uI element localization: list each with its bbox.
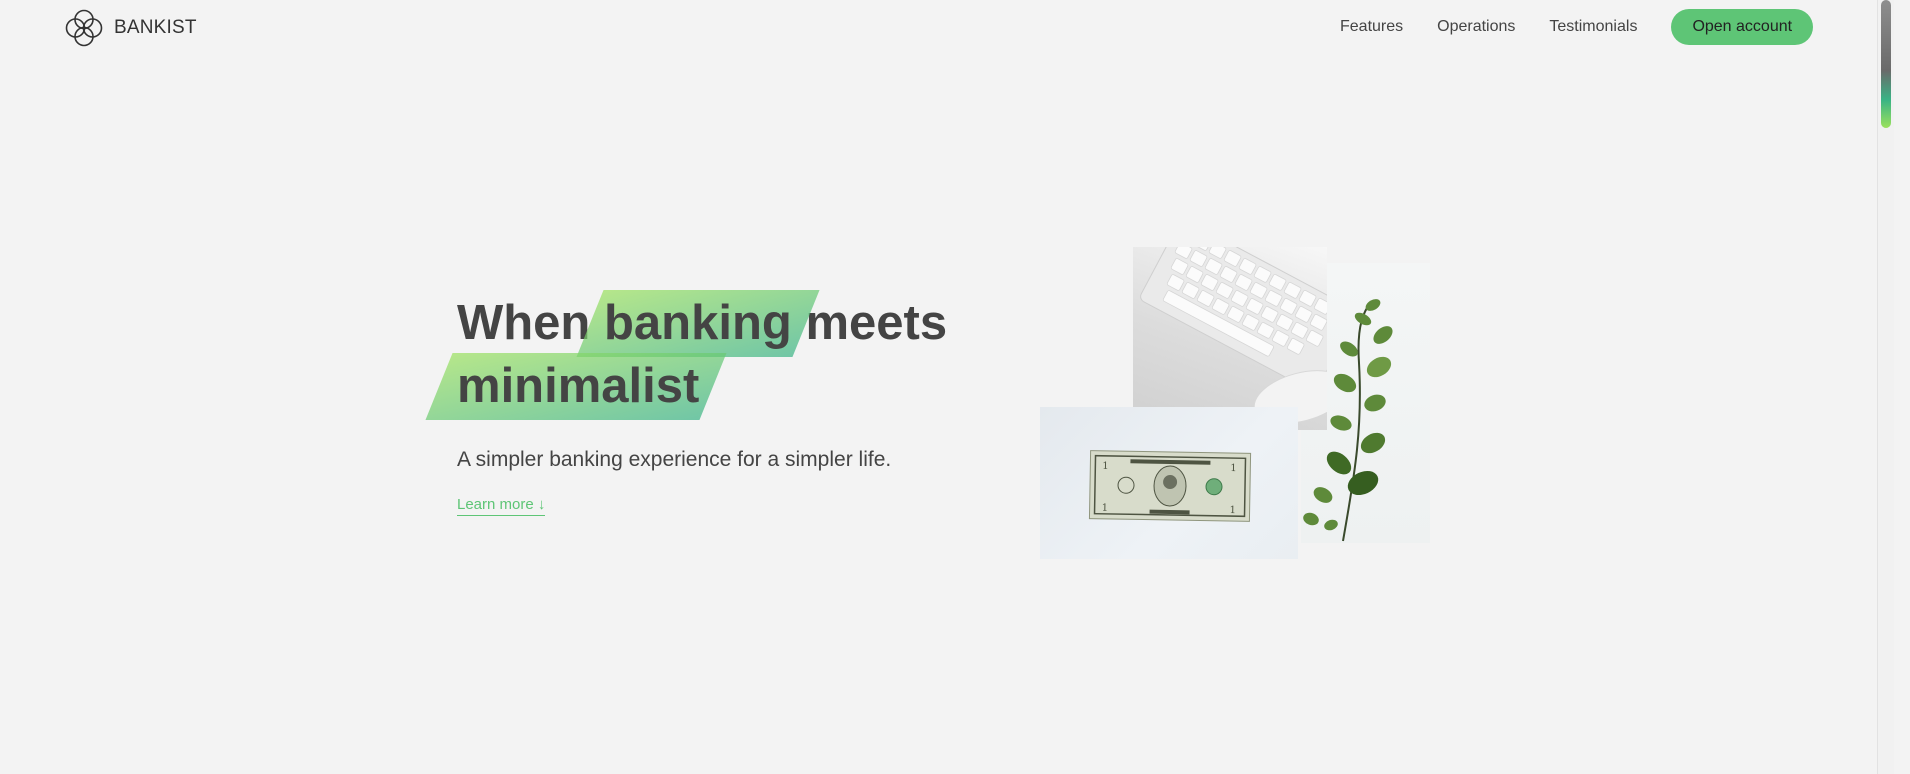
hero-title-word-when: When xyxy=(457,296,591,350)
learn-more-link[interactable]: Learn more ↓ xyxy=(457,496,546,516)
four-circles-logo-icon xyxy=(64,8,104,48)
page-scrollbar[interactable] xyxy=(1877,0,1894,774)
hero-title: When banking meets minimalist xyxy=(457,292,947,418)
open-account-button[interactable]: Open account xyxy=(1671,9,1814,45)
nav-link-testimonials[interactable]: Testimonials xyxy=(1549,18,1637,36)
svg-text:1: 1 xyxy=(1102,461,1109,472)
svg-text:1: 1 xyxy=(1230,463,1237,474)
hero-highlight-minimalist: minimalist xyxy=(457,355,699,418)
hero-image-collage: 1 1 1 1 xyxy=(1038,247,1430,563)
svg-text:1: 1 xyxy=(1102,503,1109,514)
brand-name: BANKIST xyxy=(114,17,197,38)
logo[interactable]: BANKIST xyxy=(64,8,197,48)
nav-link-operations[interactable]: Operations xyxy=(1437,18,1515,36)
hero-section: When banking meets minimalist A simpler … xyxy=(457,292,947,516)
hero-title-word-meets: meets xyxy=(805,296,948,350)
page: BANKIST Features Operations Testimonials… xyxy=(0,0,1894,774)
hero-subtitle: A simpler banking experience for a simpl… xyxy=(457,448,892,471)
hero-highlight-banking: banking xyxy=(604,292,792,355)
top-nav: BANKIST Features Operations Testimonials… xyxy=(0,0,1894,54)
dollar-bill-photo: 1 1 1 1 xyxy=(1040,407,1298,559)
nav-link-features[interactable]: Features xyxy=(1340,18,1403,36)
svg-text:1: 1 xyxy=(1230,505,1237,516)
scrollbar-thumb[interactable] xyxy=(1881,0,1891,128)
nav-links: Features Operations Testimonials Open ac… xyxy=(1340,0,1814,54)
keyboard-and-mouse-photo xyxy=(1133,247,1327,430)
